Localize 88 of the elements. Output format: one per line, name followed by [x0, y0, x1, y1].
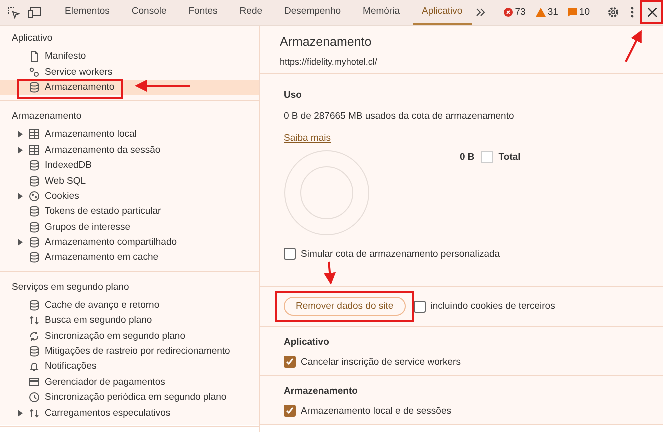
sidebar-item[interactable]: Notificações [0, 359, 259, 375]
expand-icon[interactable] [18, 239, 23, 246]
inspect-icon[interactable] [8, 6, 20, 18]
sidebar-item[interactable]: IndexedDB [0, 158, 259, 174]
close-icon[interactable] [648, 8, 657, 17]
issue-count[interactable]: 10 [579, 7, 590, 18]
panel-tab[interactable]: Elementos [56, 0, 119, 25]
sidebar-item[interactable]: Armazenamento compartilhado [0, 234, 259, 250]
checkbox-label: Cancelar inscrição de service workers [301, 356, 461, 368]
sidebar-item[interactable]: Carregamentos especulativos [0, 405, 259, 421]
database-icon [29, 252, 40, 264]
learn-more-link[interactable]: Saiba mais [284, 133, 331, 144]
cookie-icon [29, 190, 40, 202]
sidebar-item[interactable]: Sincronização periódica em segundo plano [0, 390, 259, 406]
panel-tab[interactable]: Rede [230, 0, 272, 25]
database-icon [29, 176, 40, 187]
more-tabs-icon[interactable] [476, 8, 486, 17]
database-icon [29, 82, 40, 93]
card-icon [29, 376, 40, 388]
panel-tab[interactable]: Fontes [180, 0, 227, 25]
expand-icon[interactable] [18, 131, 23, 138]
checkbox[interactable] [284, 356, 296, 368]
error-count[interactable]: 73 [515, 7, 526, 18]
legend-value: 0 B [460, 152, 475, 162]
checkbox-label: Simular cota de armazenamento personalizada [301, 248, 500, 260]
expand-icon[interactable] [18, 410, 23, 417]
sidebar-item[interactable]: Gerenciador de pagamentos [0, 374, 259, 390]
database-icon [29, 160, 40, 172]
annotation-arrow [324, 262, 336, 285]
sidebar-item[interactable]: Cache de avanço e retorno [0, 298, 259, 314]
sidebar-item[interactable]: Busca em segundo plano [0, 313, 259, 328]
database-icon [29, 206, 40, 218]
sidebar-item[interactable]: Armazenamento em cache [0, 250, 259, 266]
clock-icon [29, 392, 40, 404]
updown-icon [29, 408, 40, 419]
sync-icon [29, 330, 40, 342]
sidebar-item[interactable]: Cookies [0, 188, 259, 204]
warning-icon [536, 8, 546, 17]
database-icon [29, 237, 40, 248]
updown-icon [29, 315, 40, 326]
section-heading: Uso [284, 90, 303, 101]
section-heading: Serviços em segundo plano [11, 280, 130, 295]
database-icon [29, 222, 40, 233]
usage-text: 0 B de 287665 MB usados da cota de armazenamento [284, 111, 516, 122]
warning-count[interactable]: 31 [548, 7, 558, 18]
more-options-icon[interactable] [631, 7, 634, 18]
checkbox-label: incluindo cookies de terceiros [430, 301, 556, 312]
panel-tab[interactable]: Console [122, 0, 176, 25]
highlight-box [640, 0, 663, 24]
sidebar-item[interactable]: Sincronização em segundo plano [0, 328, 259, 344]
section-heading: Armazenamento [284, 386, 359, 397]
settings-icon[interactable] [608, 7, 619, 18]
sidebar-item[interactable]: Service workers [0, 64, 259, 80]
file-icon [29, 51, 40, 62]
grid-icon [29, 129, 40, 140]
annotation-arrow [625, 30, 642, 62]
sidebar-item[interactable]: Manifesto [0, 49, 259, 64]
sidebar-item[interactable]: Grupos de interesse [0, 220, 259, 235]
error-icon [504, 8, 514, 17]
sidebar-item[interactable]: Armazenamento da sessão [0, 142, 259, 158]
panel-title: Armazenamento [280, 35, 373, 49]
legend-label: Total [498, 152, 521, 162]
gears-icon [29, 66, 40, 78]
expand-icon[interactable] [18, 192, 23, 200]
database-icon [29, 300, 40, 311]
device-icon[interactable] [28, 6, 42, 18]
checkbox[interactable] [414, 300, 426, 312]
section-heading: Armazenamento [11, 110, 83, 124]
bell-icon [29, 361, 40, 372]
database-icon [29, 346, 40, 358]
origin-url: https://fidelity.myhotel.cl/ [280, 57, 378, 67]
section-heading: Aplicativo [11, 32, 54, 46]
panel-tab[interactable]: Memória [354, 0, 409, 25]
panel-tab[interactable]: Desempenho [276, 0, 350, 25]
clear-site-data-button[interactable]: Remover dados do site [284, 297, 406, 316]
grid-icon [29, 144, 40, 156]
checkbox-label: Armazenamento local e de sessões [301, 406, 452, 416]
checkbox[interactable] [284, 248, 296, 260]
sidebar-item[interactable]: Tokens de estado particular [0, 204, 259, 220]
section-heading: Aplicativo [284, 337, 330, 348]
expand-icon[interactable] [18, 146, 23, 154]
checkbox[interactable] [284, 405, 296, 417]
sidebar-item[interactable]: Armazenamento local [0, 127, 259, 143]
annotation-arrow [135, 80, 190, 92]
sidebar-item[interactable]: Web SQL [0, 173, 259, 189]
issue-icon [568, 8, 578, 17]
sidebar-item[interactable]: Mitigações de rastreio por redirecionamento [0, 344, 259, 360]
legend-swatch [480, 151, 493, 163]
